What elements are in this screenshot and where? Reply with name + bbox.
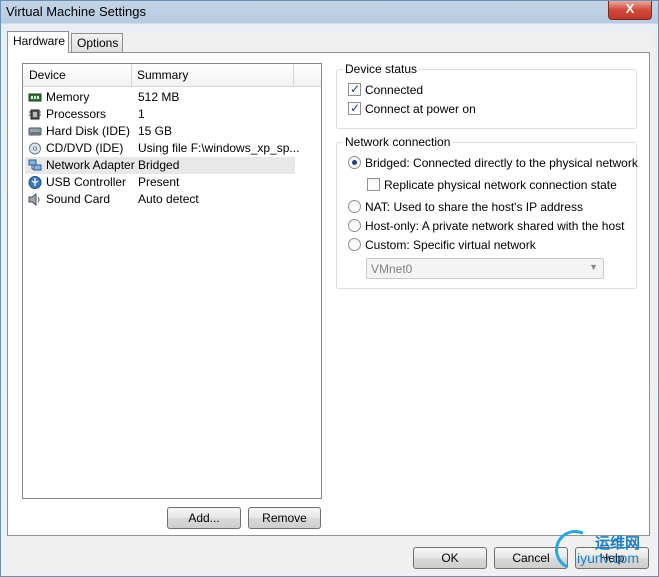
tab-options[interactable]: Options: [71, 33, 123, 52]
device-status-group: Device status Connected Connect at power…: [336, 62, 637, 129]
nat-label[interactable]: NAT: Used to share the host's IP address: [365, 199, 583, 215]
column-header-device[interactable]: Device: [29, 68, 66, 82]
connected-label[interactable]: Connected: [365, 82, 423, 98]
device-summary: Auto detect: [138, 192, 199, 206]
nat-radio[interactable]: [348, 200, 361, 213]
device-name: CD/DVD (IDE): [46, 141, 124, 155]
tab-hardware[interactable]: Hardware: [7, 31, 69, 53]
replicate-label[interactable]: Replicate physical network connection st…: [384, 177, 617, 193]
chevron-down-icon: ▼: [589, 262, 598, 272]
device-row-usb-controller[interactable]: USB Controller Present: [25, 174, 295, 191]
processor-icon: [29, 109, 41, 120]
remove-device-button[interactable]: Remove: [248, 507, 321, 529]
device-list[interactable]: Device Summary Memory 512 MB Processors …: [22, 63, 322, 499]
device-list-header: Device Summary: [23, 64, 321, 87]
device-summary: 1: [138, 107, 145, 121]
device-summary: Using file F:\windows_xp_sp...: [138, 141, 300, 155]
close-icon: X: [625, 1, 635, 16]
tab-options-label: Options: [77, 36, 119, 50]
replicate-checkbox[interactable]: [367, 178, 380, 191]
hard-disk-icon: [28, 127, 42, 136]
device-status-title: Device status: [343, 62, 420, 76]
usb-icon: [28, 176, 42, 189]
host-only-label[interactable]: Host-only: A private network shared with…: [365, 218, 624, 234]
device-row-memory[interactable]: Memory 512 MB: [25, 89, 295, 106]
network-adapter-icon: [28, 159, 42, 171]
bridged-label[interactable]: Bridged: Connected directly to the physi…: [365, 155, 638, 171]
memory-icon: [28, 93, 42, 102]
custom-label[interactable]: Custom: Specific virtual network: [365, 237, 536, 253]
ok-button[interactable]: OK: [413, 547, 487, 569]
device-name: Hard Disk (IDE): [46, 124, 131, 138]
cd-dvd-icon: [29, 142, 41, 155]
host-only-radio[interactable]: [348, 219, 361, 232]
tab-hardware-label: Hardware: [13, 34, 66, 48]
device-name: Processors: [46, 107, 107, 121]
connect-at-power-on-checkbox[interactable]: [348, 100, 361, 116]
bridged-radio[interactable]: [348, 156, 361, 169]
device-name: USB Controller: [46, 175, 127, 189]
device-row-cd-dvd[interactable]: CD/DVD (IDE) Using file F:\windows_xp_sp…: [25, 140, 299, 157]
device-name: Network Adapter: [46, 158, 135, 172]
window-title: Virtual Machine Settings: [6, 4, 146, 19]
speaker-icon: [28, 193, 40, 206]
device-summary: 15 GB: [138, 124, 173, 138]
close-button[interactable]: X: [608, 1, 652, 20]
column-separator[interactable]: [293, 64, 294, 86]
device-summary: 512 MB: [138, 90, 180, 104]
vmnet-select-value: VMnet0: [371, 262, 413, 276]
column-header-summary[interactable]: Summary: [137, 68, 188, 82]
add-device-button[interactable]: Add...: [167, 507, 241, 529]
custom-radio[interactable]: [348, 238, 361, 251]
title-bar[interactable]: Virtual Machine Settings X: [1, 1, 658, 23]
device-row-sound-card[interactable]: Sound Card Auto detect: [25, 191, 295, 208]
site-watermark: 运维网 iyunv.com: [549, 524, 655, 576]
column-separator[interactable]: [131, 64, 132, 86]
device-row-network-adapter[interactable]: Network Adapter Bridged: [25, 157, 295, 174]
watermark-text-en: iyunv.com: [577, 550, 639, 566]
network-connection-title: Network connection: [343, 135, 453, 149]
vmnet-select[interactable]: VMnet0 ▼: [366, 258, 604, 279]
device-name: Sound Card: [46, 192, 111, 206]
connected-checkbox[interactable]: [348, 81, 361, 97]
device-summary: Bridged: [138, 158, 180, 172]
device-name: Memory: [46, 90, 90, 104]
device-row-hard-disk[interactable]: Hard Disk (IDE) 15 GB: [25, 123, 295, 140]
connect-at-power-on-label[interactable]: Connect at power on: [365, 101, 476, 117]
device-summary: Present: [138, 175, 180, 189]
device-row-processors[interactable]: Processors 1: [25, 106, 295, 123]
